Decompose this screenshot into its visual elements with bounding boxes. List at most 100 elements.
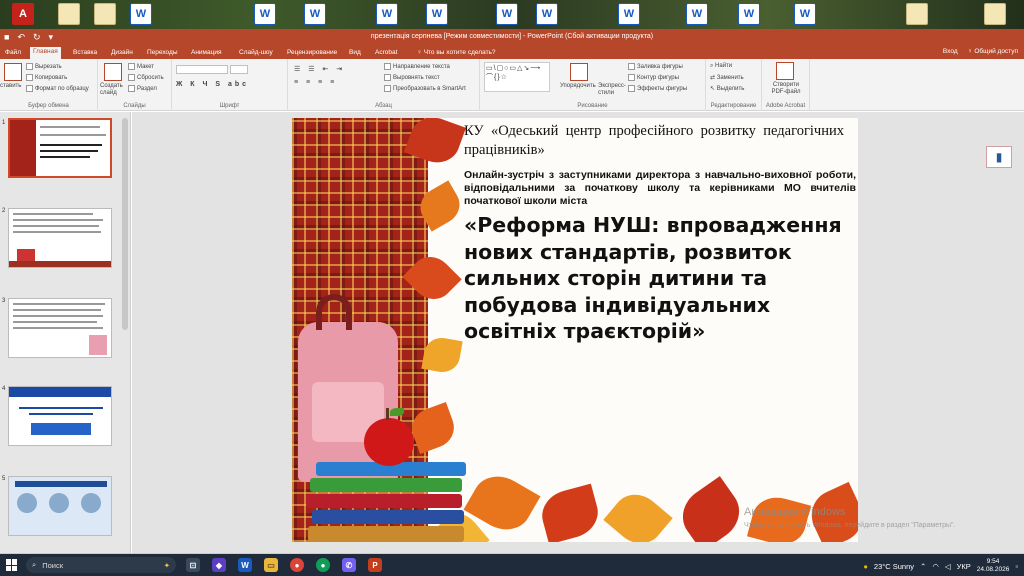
- group-editing: ⌕ Найти ⇄ Заменить ↖ Выделить Редактиров…: [706, 59, 762, 111]
- shape-fill-button[interactable]: Заливка фигуры: [628, 63, 683, 70]
- organization-name: КУ «Одеський центр професійного розвитку…: [464, 123, 844, 158]
- bookmark-icon[interactable]: ▮: [986, 146, 1012, 168]
- select-button[interactable]: ↖ Выделить: [710, 85, 744, 92]
- new-slide-button[interactable]: Создать слайд: [100, 83, 130, 97]
- pdf-icon[interactable]: [776, 62, 794, 80]
- tell-me-box[interactable]: ♀ Что вы хотите сделать?: [414, 48, 499, 57]
- tab-slideshow[interactable]: Слайд-шоу: [236, 48, 276, 57]
- signin-link[interactable]: Вход: [943, 48, 958, 55]
- thumbnail-slide-3[interactable]: [8, 298, 112, 358]
- thumbnails-scrollbar[interactable]: [122, 118, 128, 330]
- windows-start-icon[interactable]: [6, 559, 18, 571]
- arrange-button[interactable]: Упорядочить: [560, 83, 596, 89]
- find-button[interactable]: ⌕ Найти: [710, 63, 732, 70]
- section-label: Раздел: [137, 86, 157, 93]
- file-explorer-icon[interactable]: ▭: [264, 558, 278, 572]
- viber-icon[interactable]: ✆: [342, 558, 356, 572]
- tab-transitions[interactable]: Переходы: [144, 48, 181, 57]
- taskbar-search[interactable]: ⌕ Поиск ✦: [26, 557, 176, 573]
- word-file-icon[interactable]: [426, 3, 448, 25]
- chrome-icon[interactable]: ●: [316, 558, 330, 572]
- font-size-select[interactable]: [230, 65, 248, 74]
- reset-label: Сбросить: [137, 75, 164, 82]
- reset-button[interactable]: Сбросить: [128, 74, 164, 81]
- word-file-icon[interactable]: [304, 3, 326, 25]
- slide-thumbnails-pane[interactable]: 1 2 3 4 5: [0, 112, 131, 553]
- word-file-icon[interactable]: [536, 3, 558, 25]
- effects-icon: [628, 85, 635, 92]
- word-file-icon[interactable]: [376, 3, 398, 25]
- tab-acrobat[interactable]: Acrobat: [372, 48, 400, 57]
- word-app-icon[interactable]: W: [238, 558, 252, 572]
- text-direction-button[interactable]: Направление текста: [384, 63, 450, 70]
- document-file-icon[interactable]: [984, 3, 1006, 25]
- thumbnail-slide-2[interactable]: [8, 208, 112, 268]
- find-label: Найти: [715, 63, 733, 69]
- word-file-icon[interactable]: [794, 3, 816, 25]
- word-file-icon[interactable]: [496, 3, 518, 25]
- create-pdf-button[interactable]: Створити PDF-файл: [766, 82, 806, 96]
- pdf-file-icon[interactable]: A: [12, 3, 34, 25]
- font-family-select[interactable]: [176, 65, 228, 74]
- thumb-number: 5: [2, 476, 6, 482]
- smartart-button[interactable]: Преобразовать в SmartArt: [384, 85, 466, 92]
- volume-icon[interactable]: ◁: [945, 562, 951, 571]
- ribbon: ставить Вырезать Копировать Формат по об…: [0, 59, 1024, 111]
- document-file-icon[interactable]: [94, 3, 116, 25]
- task-view-icon[interactable]: ⊡: [186, 558, 200, 572]
- tab-animations[interactable]: Анимация: [188, 48, 225, 57]
- powerpoint-app-icon[interactable]: P: [368, 558, 382, 572]
- weather-text[interactable]: 23°C Sunny: [874, 562, 914, 571]
- copy-button[interactable]: Копировать: [26, 74, 67, 81]
- new-slide-icon[interactable]: [104, 63, 122, 81]
- document-file-icon[interactable]: [906, 3, 928, 25]
- thumbnail-slide-1[interactable]: [8, 118, 112, 178]
- shape-effects-button[interactable]: Эффекты фигуры: [628, 85, 687, 92]
- group-font: Ж К Ч S abc Шрифт: [172, 59, 288, 111]
- paste-button[interactable]: ставить: [0, 83, 21, 89]
- word-file-icon[interactable]: [738, 3, 760, 25]
- group-label: Шрифт: [219, 103, 240, 109]
- tab-view[interactable]: Вид: [346, 48, 364, 57]
- document-file-icon[interactable]: [58, 3, 80, 25]
- share-button[interactable]: ♀ Общий доступ: [968, 48, 1018, 55]
- tab-design[interactable]: Дизайн: [108, 48, 136, 57]
- tray-expand-icon[interactable]: ⌃: [920, 562, 926, 571]
- word-file-icon[interactable]: [618, 3, 640, 25]
- tab-review[interactable]: Рецензирование: [284, 48, 340, 57]
- thumbnail-slide-5[interactable]: [8, 476, 112, 536]
- replace-button[interactable]: ⇄ Заменить: [710, 74, 744, 81]
- word-file-icon[interactable]: [130, 3, 152, 25]
- layout-button[interactable]: Макет: [128, 63, 154, 70]
- tab-file[interactable]: Файл: [2, 48, 24, 57]
- paste-icon[interactable]: [4, 63, 22, 81]
- section-button[interactable]: Раздел: [128, 85, 157, 92]
- quick-styles-button[interactable]: Экспресс-стили: [598, 83, 628, 97]
- clock[interactable]: 9:54 24.08.2026: [977, 558, 1010, 574]
- format-painter-button[interactable]: Формат по образцу: [26, 85, 89, 92]
- notifications-icon[interactable]: ▫: [1015, 562, 1018, 571]
- copilot-icon[interactable]: ◆: [212, 558, 226, 572]
- align-text-button[interactable]: Выровнять текст: [384, 74, 440, 81]
- select-label: Выделить: [716, 86, 745, 92]
- word-file-icon[interactable]: [254, 3, 276, 25]
- shapes-gallery[interactable]: ▭\▢○▭△↘⟶ ⌒{}☆: [484, 62, 550, 92]
- language-indicator[interactable]: УКР: [957, 562, 971, 571]
- weather-icon[interactable]: ●: [863, 562, 868, 571]
- list-buttons[interactable]: ☰ ☰ ⇤ ⇥: [294, 65, 345, 73]
- alignment-buttons[interactable]: ≡ ≡ ≡ ≡: [294, 79, 337, 86]
- tab-insert[interactable]: Вставка: [70, 48, 100, 57]
- group-label: Слайды: [123, 103, 146, 109]
- share-label: Общий доступ: [974, 48, 1018, 55]
- word-file-icon[interactable]: [686, 3, 708, 25]
- group-paragraph: Направление текста Выровнять текст Преоб…: [288, 59, 480, 111]
- cut-button[interactable]: Вырезать: [26, 63, 62, 70]
- chrome-icon[interactable]: ●: [290, 558, 304, 572]
- shape-outline-button[interactable]: Контур фигуры: [628, 74, 679, 81]
- thumbnail-slide-4[interactable]: [8, 386, 112, 446]
- font-format-buttons[interactable]: Ж К Ч S abc: [176, 81, 249, 88]
- current-slide[interactable]: КУ «Одеський центр професійного розвитку…: [292, 118, 858, 542]
- wifi-icon[interactable]: ◠: [932, 562, 939, 571]
- arrange-icon[interactable]: [570, 63, 588, 81]
- tab-home[interactable]: Главная: [30, 47, 61, 59]
